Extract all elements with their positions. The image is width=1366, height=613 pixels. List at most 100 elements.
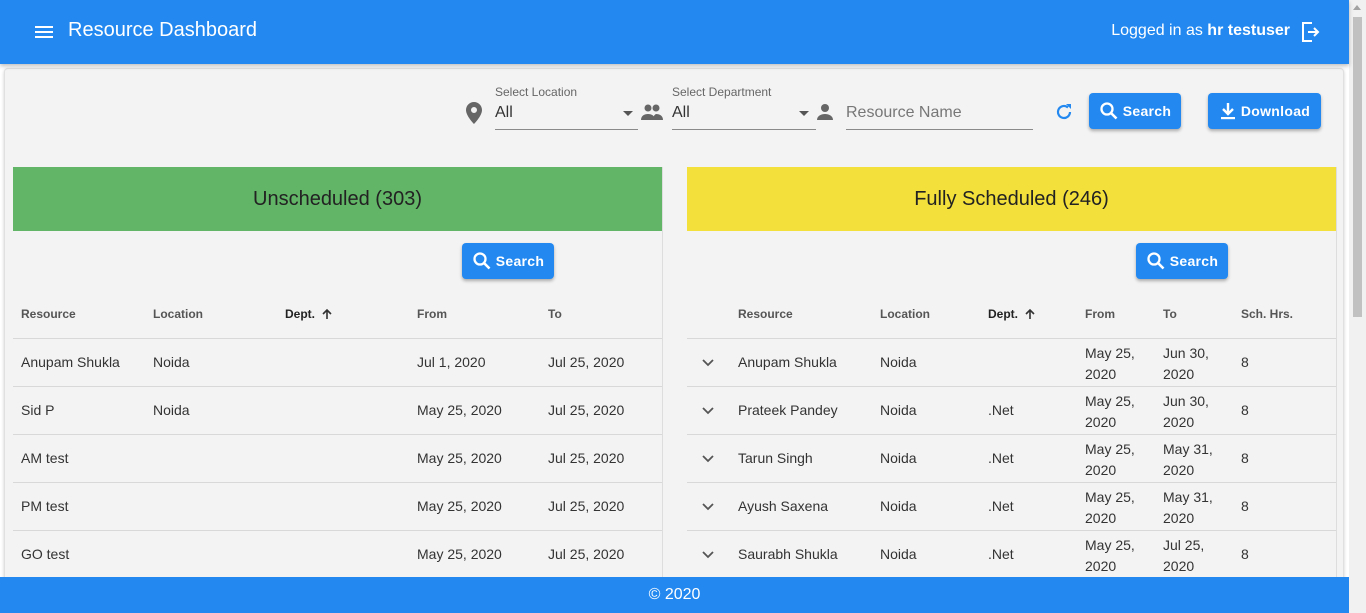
people-icon — [641, 104, 663, 125]
cell-resource: Sid P — [21, 402, 55, 418]
table-row[interactable]: AM test May 25, 2020 Jul 25, 2020 — [13, 435, 662, 483]
table-row[interactable]: Sid P Noida May 25, 2020 Jul 25, 2020 — [13, 387, 662, 435]
scroll-up-arrow[interactable] — [1353, 5, 1361, 10]
person-icon — [817, 104, 833, 125]
table-row[interactable]: Anupam Shukla Noida May 25, 2020 Jun 30, 20… — [687, 339, 1336, 387]
column-location[interactable]: Location — [880, 307, 930, 321]
column-dept[interactable]: Dept. — [988, 307, 1036, 321]
cell-to: May 31, 2020 — [1163, 489, 1213, 526]
location-select[interactable]: All — [495, 104, 513, 122]
department-dropdown-icon[interactable] — [799, 111, 809, 116]
cell-hrs: 8 — [1241, 546, 1249, 562]
column-dept[interactable]: Dept. — [285, 307, 333, 321]
search-icon — [1100, 102, 1118, 120]
scroll-thumb[interactable] — [1353, 17, 1362, 317]
column-to[interactable]: To — [1163, 307, 1177, 321]
cell-dept: .Net — [988, 498, 1014, 514]
table-row[interactable]: PM test May 25, 2020 Jul 25, 2020 — [13, 483, 662, 531]
menu-icon[interactable] — [30, 22, 58, 44]
fully-scheduled-table-header: Resource Location Dept. From To Sch. Hrs… — [687, 297, 1336, 339]
refresh-icon[interactable] — [1054, 102, 1074, 127]
department-select[interactable]: All — [672, 104, 690, 122]
cell-from: May 25, 2020 — [1085, 441, 1135, 478]
location-label: Select Location — [495, 85, 578, 99]
table-row[interactable]: Anupam Shukla Noida Jul 1, 2020 Jul 25, 202… — [13, 339, 662, 387]
column-to[interactable]: To — [548, 307, 562, 321]
column-resource[interactable]: Resource — [738, 307, 793, 321]
column-dept-label: Dept. — [988, 307, 1018, 321]
column-location[interactable]: Location — [153, 307, 203, 321]
cell-to: May 31, 2020 — [1163, 441, 1213, 478]
sort-ascending-icon — [322, 308, 332, 319]
expand-chevron-icon[interactable] — [701, 452, 715, 466]
login-prefix: Logged in as — [1111, 22, 1208, 39]
cell-resource: Prateek Pandey — [738, 402, 838, 418]
unscheduled-header: Unscheduled (303) — [13, 167, 662, 231]
expand-chevron-icon[interactable] — [701, 356, 715, 370]
location-dropdown-icon[interactable] — [623, 111, 633, 116]
cell-resource: Saurabh Shukla — [738, 546, 838, 562]
cell-location: Noida — [153, 354, 190, 370]
cell-to: Jul 25, 2020 — [548, 546, 625, 562]
expand-chevron-icon[interactable] — [701, 404, 715, 418]
cell-to: Jul 25, 2020 — [548, 450, 625, 466]
column-sch-hrs[interactable]: Sch. Hrs. — [1241, 307, 1293, 321]
column-dept-label: Dept. — [285, 307, 315, 321]
logout-icon[interactable] — [1298, 20, 1322, 44]
login-status: Logged in as hr testuser — [1111, 22, 1290, 40]
search-button[interactable]: Search — [1089, 93, 1181, 129]
footer-copyright: © 2020 — [648, 586, 701, 603]
cell-from: Jul 1, 2020 — [417, 354, 486, 370]
unscheduled-table-header: Resource Location Dept. From To — [13, 297, 662, 339]
cell-hrs: 8 — [1241, 402, 1249, 418]
fully-scheduled-title: Fully Scheduled (246) — [914, 187, 1109, 210]
table-row[interactable]: GO test May 25, 2020 Jul 25, 2020 — [13, 531, 662, 577]
search-button-label: Search — [1122, 103, 1172, 119]
column-from[interactable]: From — [417, 307, 447, 321]
cell-hrs: 8 — [1241, 450, 1249, 466]
username: hr testuser — [1207, 22, 1290, 39]
unscheduled-search-label: Search — [495, 253, 545, 269]
table-row[interactable]: Prateek Pandey Noida .Net May 25, 2020 Jun 3… — [687, 387, 1336, 435]
download-button[interactable]: Download — [1208, 93, 1321, 129]
expand-chevron-icon[interactable] — [701, 500, 715, 514]
cell-location: Noida — [880, 402, 917, 418]
unscheduled-title: Unscheduled (303) — [253, 187, 422, 210]
cell-dept: .Net — [988, 402, 1014, 418]
fully-scheduled-header: Fully Scheduled (246) — [687, 167, 1336, 231]
fully-scheduled-search-button[interactable]: Search — [1136, 243, 1228, 279]
column-from[interactable]: From — [1085, 307, 1115, 321]
unscheduled-panel: Unscheduled (303) Search Resource Locati… — [13, 167, 663, 577]
cell-dept: .Net — [988, 450, 1014, 466]
cell-to: Jun 30, 2020 — [1163, 345, 1209, 382]
table-row[interactable]: Saurabh Shukla Noida .Net May 25, 2020 Jul 2… — [687, 531, 1336, 577]
table-row[interactable]: Tarun Singh Noida .Net May 25, 2020 May 31, … — [687, 435, 1336, 483]
unscheduled-search-button[interactable]: Search — [462, 243, 554, 279]
cell-from: May 25, 2020 — [417, 498, 502, 514]
cell-from: May 25, 2020 — [1085, 489, 1135, 526]
cell-resource: PM test — [21, 498, 69, 514]
cell-resource: Anupam Shukla — [738, 354, 837, 370]
resource-name-input[interactable]: Resource Name — [846, 104, 962, 122]
cell-resource: Ayush Saxena — [738, 498, 829, 514]
expand-chevron-icon[interactable] — [701, 548, 715, 562]
app-title: Resource Dashboard — [68, 19, 257, 41]
cell-to: Jul 25, 2020 — [548, 354, 625, 370]
cell-from: May 25, 2020 — [1085, 393, 1135, 430]
column-resource[interactable]: Resource — [21, 307, 76, 321]
cell-location: Noida — [880, 498, 917, 514]
footer: © 2020 — [0, 577, 1349, 613]
search-icon — [1147, 252, 1165, 270]
app-bar: Resource Dashboard Logged in as hr testu… — [0, 0, 1349, 64]
cell-from: May 25, 2020 — [417, 546, 502, 562]
sort-ascending-icon — [1025, 308, 1035, 319]
cell-resource: GO test — [21, 546, 70, 562]
page-scrollbar[interactable] — [1349, 0, 1366, 613]
cell-dept: .Net — [988, 546, 1014, 562]
cell-to: Jul 25, 2020 — [548, 402, 625, 418]
location-pin-icon — [466, 102, 482, 129]
cell-hrs: 8 — [1241, 354, 1249, 370]
table-row[interactable]: Ayush Saxena Noida .Net May 25, 2020 May 31,… — [687, 483, 1336, 531]
cell-location: Noida — [153, 402, 190, 418]
department-underline — [672, 129, 816, 130]
